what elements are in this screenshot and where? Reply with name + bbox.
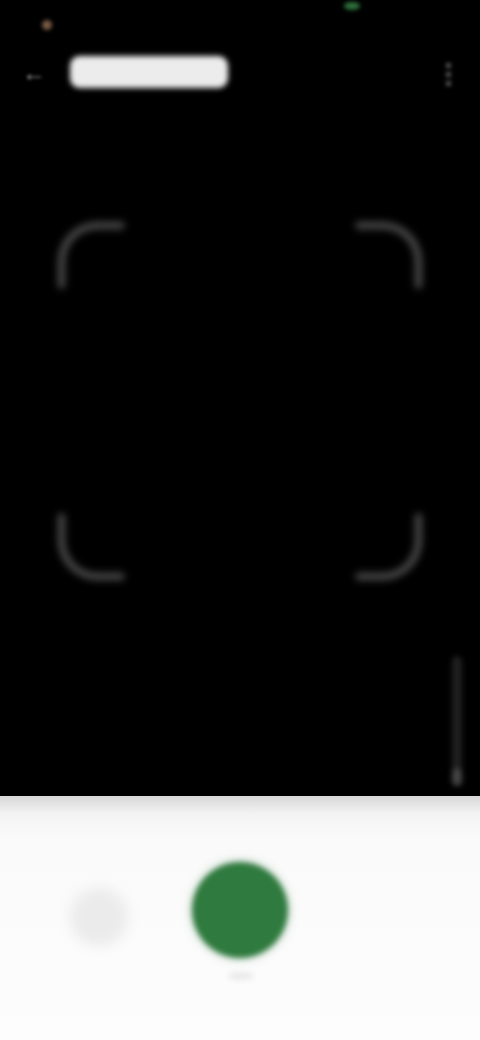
scan-frame-corner-bottom-right xyxy=(356,514,422,580)
scan-frame-corner-bottom-left xyxy=(58,514,124,580)
camera-scanner-screen: ← xyxy=(0,0,480,1040)
more-vert-icon xyxy=(445,62,451,86)
arrow-left-icon: ← xyxy=(22,60,46,87)
gallery-button[interactable] xyxy=(70,888,128,946)
zoom-slider[interactable] xyxy=(452,656,462,786)
zoom-slider-thumb[interactable] xyxy=(452,768,462,786)
back-button[interactable]: ← xyxy=(14,56,54,92)
overflow-menu-button[interactable] xyxy=(424,52,472,96)
screen-title xyxy=(70,56,228,88)
top-bar: ← xyxy=(0,44,480,104)
scan-frame-corner-top-right xyxy=(356,222,422,288)
status-bar xyxy=(0,0,480,44)
scan-frame-corner-top-left xyxy=(58,222,124,288)
capture-button[interactable] xyxy=(192,862,288,958)
capture-button-reflection xyxy=(228,972,254,980)
camera-viewfinder[interactable] xyxy=(0,104,480,800)
scan-hint-text xyxy=(110,764,370,788)
camera-in-use-dot xyxy=(344,2,360,10)
status-indicator-dot xyxy=(42,20,52,30)
bottom-control-panel xyxy=(0,796,480,1040)
